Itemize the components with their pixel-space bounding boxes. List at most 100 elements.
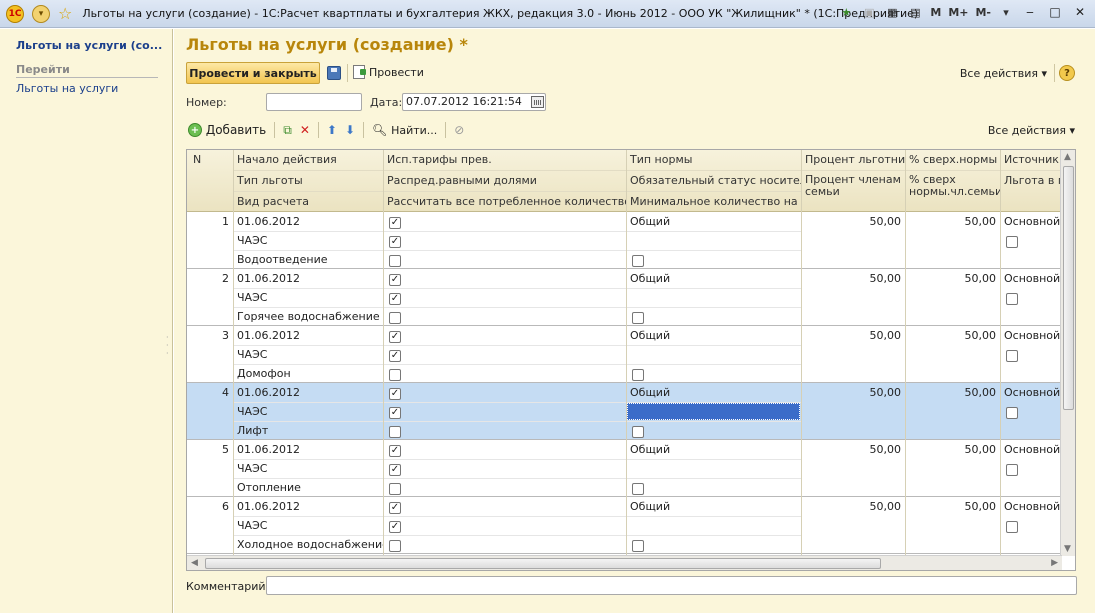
benefit-percent-cell[interactable]: 50,00: [801, 443, 905, 456]
norm-type-cell[interactable]: Общий: [626, 500, 801, 513]
table-row[interactable]: 3 01.06.2012 ЧАЭС Домофон ✓ ✓ Общий 50,00 50,00 О…: [187, 326, 1062, 383]
copy-row-icon[interactable]: ⧉: [283, 123, 292, 138]
required-status-checkbox[interactable]: [632, 312, 644, 324]
scroll-right-icon[interactable]: ▶: [1051, 558, 1058, 568]
table-all-actions-menu[interactable]: Все действия ▾: [988, 124, 1075, 137]
required-status-checkbox[interactable]: [632, 369, 644, 381]
calc-all-checkbox[interactable]: [389, 369, 401, 381]
vertical-scroll-thumb[interactable]: [1063, 166, 1074, 410]
benefit-type-cell[interactable]: ЧАЭС: [233, 462, 383, 475]
main-menu-icon[interactable]: ▾: [32, 4, 50, 23]
col-header-benefit-type[interactable]: Тип льготы: [233, 174, 383, 187]
row-number[interactable]: 6: [187, 500, 233, 513]
favorites-star-icon[interactable]: ☆: [58, 4, 72, 23]
scroll-left-icon[interactable]: ◀: [191, 558, 198, 568]
benefit-percent-cell[interactable]: 50,00: [801, 272, 905, 285]
norm-type-cell[interactable]: Общий: [626, 272, 801, 285]
service-cell[interactable]: Домофон: [233, 367, 383, 380]
number-field[interactable]: [266, 93, 362, 111]
over-norm-cell[interactable]: 50,00: [905, 215, 1000, 228]
over-norm-cell[interactable]: 50,00: [905, 500, 1000, 513]
chevron-down-icon[interactable]: ▾: [998, 4, 1014, 20]
norm-type-cell[interactable]: Общий: [626, 329, 801, 342]
cancel-search-icon[interactable]: ⊘: [454, 123, 464, 137]
required-status-checkbox[interactable]: [632, 483, 644, 495]
col-header-norm-type[interactable]: Тип нормы: [626, 153, 801, 166]
calc-all-checkbox[interactable]: [389, 255, 401, 267]
benefit-percent-cell[interactable]: 50,00: [801, 386, 905, 399]
horizontal-scrollbar[interactable]: ◀ ▶: [187, 555, 1062, 570]
close-icon[interactable]: ✕: [1071, 4, 1089, 20]
scroll-up-icon[interactable]: ▲: [1064, 152, 1071, 162]
minimize-icon[interactable]: ‒: [1021, 4, 1039, 20]
col-header-benefit-percent[interactable]: Процент льготни...: [801, 153, 905, 166]
benefit-in-checkbox[interactable]: [1006, 236, 1018, 248]
funding-source-cell[interactable]: Основной: [1000, 272, 1062, 285]
history-icon[interactable]: ▣: [861, 4, 877, 20]
row-number[interactable]: 1: [187, 215, 233, 228]
col-header-min-quantity[interactable]: Минимальное количество на л...: [626, 195, 801, 208]
equal-shares-checkbox[interactable]: ✓: [389, 407, 401, 419]
equal-shares-checkbox[interactable]: ✓: [389, 293, 401, 305]
service-cell[interactable]: Холодное водоснабжение: [233, 538, 383, 551]
benefit-percent-cell[interactable]: 50,00: [801, 215, 905, 228]
service-cell[interactable]: Водоотведение: [233, 253, 383, 266]
funding-source-cell[interactable]: Основной: [1000, 386, 1062, 399]
col-header-over-norm[interactable]: % сверх.нормы: [905, 153, 1000, 166]
add-row-button[interactable]: + Добавить: [188, 123, 266, 137]
equal-shares-checkbox[interactable]: ✓: [389, 350, 401, 362]
horizontal-scroll-thumb[interactable]: [205, 558, 881, 569]
funding-source-cell[interactable]: Основной: [1000, 329, 1062, 342]
start-date-cell[interactable]: 01.06.2012: [233, 272, 383, 285]
benefit-type-cell[interactable]: ЧАЭС: [233, 348, 383, 361]
col-header-funding-source[interactable]: Источник ф: [1000, 153, 1062, 166]
maximize-icon[interactable]: □: [1046, 4, 1064, 20]
col-header-required-status[interactable]: Обязательный статус носителя: [626, 174, 801, 187]
post-and-close-button[interactable]: Провести и закрыть: [186, 62, 320, 84]
save-icon[interactable]: [327, 66, 341, 80]
date-field[interactable]: 07.07.2012 16:21:54: [402, 93, 546, 111]
move-up-icon[interactable]: ⬆: [327, 123, 337, 137]
benefit-in-checkbox[interactable]: [1006, 407, 1018, 419]
col-header-over-norm-family[interactable]: % сверх нормы.чл.семьи: [905, 174, 1000, 198]
calendar-picker-icon[interactable]: [531, 96, 544, 108]
start-date-cell[interactable]: 01.06.2012: [233, 329, 383, 342]
benefit-percent-cell[interactable]: 50,00: [801, 329, 905, 342]
use-tariffs-checkbox[interactable]: ✓: [389, 274, 401, 286]
table-row[interactable]: 6 01.06.2012 ЧАЭС Холодное водоснабжение ✓ ✓ О…: [187, 497, 1062, 554]
benefit-in-checkbox[interactable]: [1006, 521, 1018, 533]
calc-all-checkbox[interactable]: [389, 540, 401, 552]
over-norm-cell[interactable]: 50,00: [905, 386, 1000, 399]
table-row[interactable]: 1 01.06.2012 ЧАЭС Водоотведение ✓ ✓ Общий 50,00…: [187, 212, 1062, 269]
move-down-icon[interactable]: ⬇: [345, 123, 355, 137]
use-tariffs-checkbox[interactable]: ✓: [389, 388, 401, 400]
col-header-use-tariffs[interactable]: Исп.тарифы прев.: [383, 153, 626, 166]
benefit-type-cell[interactable]: ЧАЭС: [233, 405, 383, 418]
norm-type-cell[interactable]: Общий: [626, 215, 801, 228]
row-number[interactable]: 5: [187, 443, 233, 456]
calendar-icon[interactable]: ▤: [907, 4, 923, 20]
benefits-table[interactable]: N Начало действия Тип льготы Вид расчета…: [186, 149, 1076, 571]
benefit-percent-cell[interactable]: 50,00: [801, 500, 905, 513]
row-number[interactable]: 2: [187, 272, 233, 285]
benefit-type-cell[interactable]: ЧАЭС: [233, 519, 383, 532]
table-row[interactable]: 4 01.06.2012 ЧАЭС Лифт ✓ ✓ Общий 50,00 50,00 Осно…: [187, 383, 1062, 440]
equal-shares-checkbox[interactable]: ✓: [389, 236, 401, 248]
col-header-calc-type[interactable]: Вид расчета: [233, 195, 383, 208]
service-cell[interactable]: Лифт: [233, 424, 383, 437]
required-status-checkbox[interactable]: [632, 255, 644, 267]
col-header-start-date[interactable]: Начало действия: [233, 153, 383, 166]
memory-m-button[interactable]: M: [930, 6, 941, 19]
use-tariffs-checkbox[interactable]: ✓: [389, 331, 401, 343]
benefit-in-checkbox[interactable]: [1006, 293, 1018, 305]
table-row[interactable]: 2 01.06.2012 ЧАЭС Горячее водоснабжение ✓ ✓ Об…: [187, 269, 1062, 326]
calc-all-checkbox[interactable]: [389, 483, 401, 495]
required-status-checkbox[interactable]: [632, 426, 644, 438]
col-header-benefit-in[interactable]: Льгота в пр: [1000, 174, 1062, 187]
use-tariffs-checkbox[interactable]: ✓: [389, 217, 401, 229]
benefit-type-cell[interactable]: ЧАЭС: [233, 234, 383, 247]
col-header-family-percent[interactable]: Процент членам семьи: [801, 174, 905, 198]
calculator-icon[interactable]: ▦: [884, 4, 900, 20]
calc-all-checkbox[interactable]: [389, 312, 401, 324]
funding-source-cell[interactable]: Основной: [1000, 443, 1062, 456]
